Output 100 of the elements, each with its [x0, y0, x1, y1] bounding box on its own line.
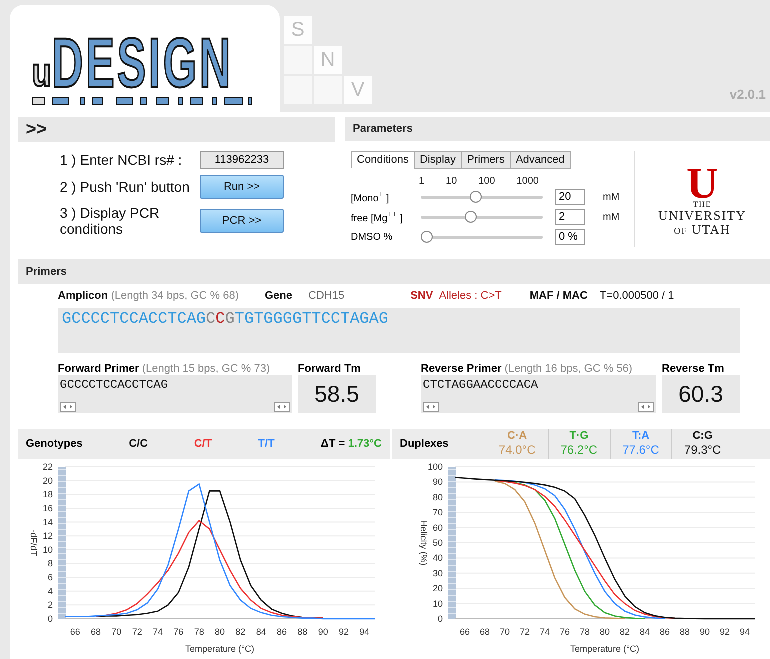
- legend-label: C/C: [129, 438, 148, 450]
- scroll-arrows-icon[interactable]: [60, 402, 76, 412]
- unit-label: mM: [602, 192, 621, 202]
- snv-tile: S: [284, 16, 312, 44]
- tab[interactable]: Display: [414, 151, 462, 169]
- melting-temperature: 58.5: [298, 375, 376, 413]
- x-tick-label: 80: [600, 627, 610, 637]
- legend-label: T/T: [258, 438, 275, 450]
- y-tick-label: 8: [48, 558, 53, 569]
- maf-label: MAF / MAC: [530, 290, 588, 302]
- y-tick-label: 4: [48, 586, 53, 596]
- university-name: UNIVERSITY: [658, 209, 746, 223]
- scale-label: 10: [446, 176, 458, 187]
- scroll-arrows-icon[interactable]: [274, 402, 290, 412]
- university-place: OF UTAH: [674, 222, 731, 236]
- legend-temperature: 76.2°C: [560, 443, 598, 459]
- scroll-arrows-icon[interactable]: [423, 402, 439, 412]
- gene-value: CDH15: [308, 290, 345, 302]
- amplicon-label: Amplicon (Length 34 bps, GC % 68): [58, 290, 239, 302]
- y-tick-label: 14: [42, 517, 53, 528]
- x-tick-label: 72: [132, 627, 142, 637]
- slider-thumb[interactable]: [465, 211, 477, 223]
- x-tick-label: 90: [318, 627, 328, 637]
- alleles-value: Alleles : C>T: [439, 290, 502, 302]
- y-tick-label: 6: [48, 572, 53, 583]
- slider-thumb[interactable]: [421, 231, 433, 243]
- tab[interactable]: Primers: [461, 151, 511, 169]
- tm-heading: Reverse Tm: [662, 363, 726, 375]
- y-tick-label: 90: [432, 477, 443, 488]
- y-tick-label: 12: [42, 531, 53, 542]
- university-the: THE: [693, 200, 712, 210]
- legend-temperature: 74.0°C: [498, 443, 536, 459]
- rs-number-field[interactable]: 113962233: [200, 151, 284, 169]
- action-button[interactable]: Run >>: [200, 175, 284, 199]
- scale-label: 100: [478, 176, 496, 187]
- legend-label: T:A: [632, 429, 650, 444]
- slider-track[interactable]: [421, 211, 543, 223]
- x-tick-label: 68: [480, 627, 490, 637]
- x-tick-label: 92: [720, 627, 730, 637]
- x-tick-label: 70: [500, 627, 510, 637]
- melting-temperature: 60.3: [662, 375, 740, 413]
- x-tick-label: 66: [460, 627, 470, 637]
- y-tick-label: 60: [432, 522, 443, 533]
- value-field[interactable]: 20: [555, 189, 585, 205]
- x-axis-title: Temperature (°C): [185, 644, 255, 654]
- primer-sequence-field[interactable]: CTCTAGGAACCCCACA: [421, 375, 656, 413]
- x-tick-label: 76: [174, 627, 184, 637]
- logo-wordmark: DESIGN: [52, 34, 234, 93]
- y-tick-label: 0: [438, 614, 443, 624]
- x-tick-label: 80: [215, 627, 225, 637]
- section-header: Primers: [18, 259, 770, 284]
- y-tick-label: 22: [42, 462, 53, 472]
- legend-temperature: 79.3°C: [684, 443, 722, 459]
- y-tick-label: 80: [432, 492, 443, 502]
- x-tick-label: 88: [680, 627, 690, 637]
- snv-label: SNV: [410, 290, 434, 302]
- y-axis-title: -dF/dT: [29, 530, 39, 556]
- x-tick-label: 74: [153, 627, 163, 637]
- tm-heading: Forward Tm: [298, 363, 362, 375]
- y-tick-label: 30: [432, 568, 443, 578]
- chart-title: Duplexes: [400, 438, 449, 450]
- action-button[interactable]: PCR >>: [200, 209, 284, 233]
- slider-thumb[interactable]: [470, 191, 482, 203]
- step-label: 2 ) Push 'Run' button: [60, 179, 190, 195]
- delta-t: ΔT = 1.73°C: [321, 438, 382, 450]
- value-field[interactable]: 2: [555, 209, 585, 225]
- university-emblem: U: [686, 166, 718, 201]
- x-tick-label: 82: [620, 627, 630, 637]
- tab[interactable]: Advanced: [510, 151, 571, 169]
- slider-label: free [Mg$^{++}$ ]: [351, 209, 404, 225]
- scale-label: 1000: [516, 176, 539, 187]
- x-tick-label: 86: [660, 627, 670, 637]
- tab[interactable]: Conditions: [351, 151, 415, 169]
- version-label: v2.0.1: [730, 87, 766, 102]
- snv-tile: N: [314, 46, 342, 74]
- y-tick-label: 70: [432, 508, 443, 518]
- y-axis-title: Helicity (%): [419, 520, 429, 566]
- primer-heading: Forward Primer (Length 15 bps, GC % 73): [58, 363, 270, 375]
- value-field[interactable]: 0 %: [555, 229, 585, 245]
- x-tick-label: 74: [540, 627, 550, 637]
- snv-tile: V: [344, 76, 372, 104]
- panel-header: >>: [18, 117, 335, 142]
- slider-track[interactable]: [421, 191, 543, 203]
- y-tick-label: 20: [42, 476, 53, 486]
- x-tick-label: 68: [91, 627, 101, 637]
- slider-label: DMSO %: [351, 232, 394, 242]
- x-tick-label: 88: [298, 627, 308, 637]
- scroll-arrows-icon[interactable]: [638, 402, 654, 412]
- slider-track[interactable]: [421, 231, 543, 243]
- amplicon-sequence: GCCCCTCCACCTCAGCCGTGTGGGGTTCCTAGAG: [58, 308, 740, 353]
- step-label: 3 ) Display PCR conditions: [60, 205, 161, 237]
- x-tick-label: 86: [277, 627, 287, 637]
- x-axis-title: Temperature (°C): [570, 644, 640, 654]
- gene-label: Gene: [264, 290, 292, 302]
- y-tick-label: 20: [432, 584, 443, 594]
- x-tick-label: 70: [112, 627, 122, 637]
- primer-sequence-field[interactable]: GCCCCTCCACCTCAG: [58, 375, 292, 413]
- chart-title: Genotypes: [26, 438, 83, 450]
- x-tick-label: 90: [700, 627, 710, 637]
- legend-temperature: 77.6°C: [622, 443, 660, 459]
